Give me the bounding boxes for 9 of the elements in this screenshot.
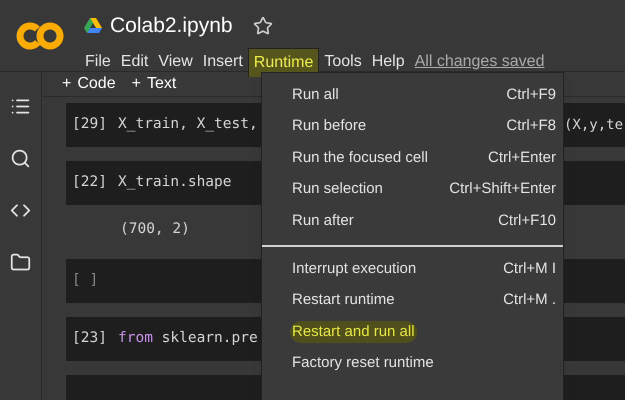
- cell-output: (700, 2): [120, 221, 190, 237]
- cell-prompt: [29]: [72, 115, 108, 134]
- cell-prompt: [23]: [72, 328, 108, 348]
- code-text: (X,y,te: [564, 116, 624, 134]
- cell-prompt: [ ]: [72, 270, 100, 290]
- code-text: X_train.shape: [118, 173, 232, 192]
- cell-prompt: [22]: [72, 173, 108, 192]
- code-text: from sklearn.pre: [118, 328, 258, 348]
- code-text: X_train, X_test,: [118, 115, 258, 134]
